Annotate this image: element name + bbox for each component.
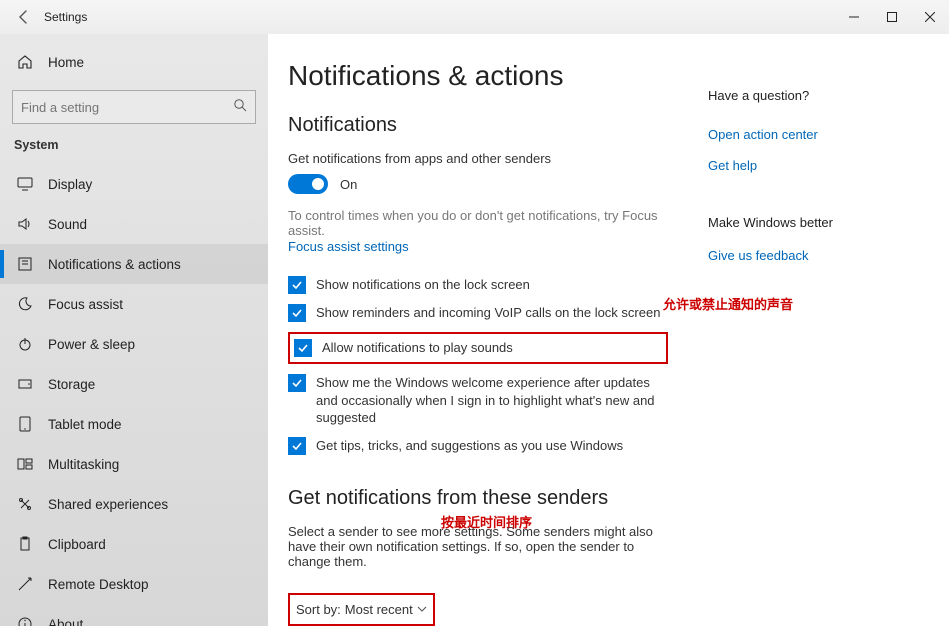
window-controls xyxy=(835,3,949,31)
annotation-text-sounds: 允许或禁止通知的声音 xyxy=(663,294,793,313)
sidebar-item-power[interactable]: Power & sleep xyxy=(0,324,268,364)
sidebar-item-label: Tablet mode xyxy=(48,417,122,432)
sidebar-section-label: System xyxy=(0,138,268,164)
get-help-link[interactable]: Get help xyxy=(708,158,928,173)
tablet-icon xyxy=(16,415,34,433)
check-label: Show reminders and incoming VoIP calls o… xyxy=(316,304,660,322)
minimize-icon xyxy=(849,12,859,22)
sort-value: Most recent xyxy=(345,602,413,617)
focus-hint: To control times when you do or don't ge… xyxy=(288,208,668,238)
arrow-left-icon xyxy=(17,10,31,24)
side-better-heading: Make Windows better xyxy=(708,215,928,230)
checkbox-icon xyxy=(288,374,306,392)
sidebar-item-label: Display xyxy=(48,177,92,192)
get-notifications-label: Get notifications from apps and other se… xyxy=(288,151,668,166)
sort-by-dropdown[interactable]: Sort by: Most recent xyxy=(296,600,427,619)
feedback-link[interactable]: Give us feedback xyxy=(708,248,928,263)
check-label: Allow notifications to play sounds xyxy=(322,339,513,357)
settings-content: Notifications & actions Notifications Ge… xyxy=(268,34,949,626)
notifications-heading: Notifications xyxy=(288,114,668,137)
search-icon xyxy=(233,98,247,117)
remote-icon xyxy=(16,575,34,593)
sidebar-item-label: Multitasking xyxy=(48,457,119,472)
settings-sidebar: Home System Display Sound Notifications & … xyxy=(0,34,268,626)
sidebar-item-label: About xyxy=(48,617,83,626)
sidebar-item-moon[interactable]: Focus assist xyxy=(0,284,268,324)
check-label: Show me the Windows welcome experience a… xyxy=(316,374,668,427)
sidebar-item-display[interactable]: Display xyxy=(0,164,268,204)
check-label: Show notifications on the lock screen xyxy=(316,276,530,294)
nav-home[interactable]: Home xyxy=(0,42,268,82)
sidebar-item-notifications[interactable]: Notifications & actions xyxy=(0,244,268,284)
multitask-icon xyxy=(16,455,34,473)
nav-home-label: Home xyxy=(48,55,84,70)
sort-prefix: Sort by: xyxy=(296,602,341,617)
sidebar-item-shared[interactable]: Shared experiences xyxy=(0,484,268,524)
window-title: Settings xyxy=(44,10,87,24)
close-icon xyxy=(925,12,935,22)
checkbox-icon xyxy=(288,437,306,455)
sidebar-item-multitask[interactable]: Multitasking xyxy=(0,444,268,484)
checkbox-icon xyxy=(294,339,312,357)
sidebar-item-label: Shared experiences xyxy=(48,497,168,512)
sidebar-item-label: Clipboard xyxy=(48,537,106,552)
annotation-highlight-sounds: Allow notifications to play sounds xyxy=(288,332,668,364)
focus-assist-link[interactable]: Focus assist settings xyxy=(288,239,409,254)
display-icon xyxy=(16,175,34,193)
maximize-icon xyxy=(887,12,897,22)
minimize-button[interactable] xyxy=(835,3,873,31)
page-title: Notifications & actions xyxy=(288,60,668,92)
toggle-state-label: On xyxy=(340,177,357,192)
sidebar-item-label: Remote Desktop xyxy=(48,577,149,592)
sidebar-item-tablet[interactable]: Tablet mode xyxy=(0,404,268,444)
checkbox-icon xyxy=(288,276,306,294)
moon-icon xyxy=(16,295,34,313)
chevron-down-icon xyxy=(417,602,427,617)
sidebar-item-label: Focus assist xyxy=(48,297,123,312)
annotation-text-sort: 按最近时间排序 xyxy=(441,512,532,531)
sidebar-item-sound[interactable]: Sound xyxy=(0,204,268,244)
check-play-sounds[interactable]: Allow notifications to play sounds xyxy=(294,339,662,357)
annotation-highlight-sort: Sort by: Most recent xyxy=(288,593,435,626)
sidebar-item-about[interactable]: About xyxy=(0,604,268,626)
about-icon xyxy=(16,615,34,626)
senders-heading: Get notifications from these senders xyxy=(288,487,668,510)
sidebar-item-clipboard[interactable]: Clipboard xyxy=(0,524,268,564)
clipboard-icon xyxy=(16,535,34,553)
search-box[interactable] xyxy=(12,90,256,124)
back-button[interactable] xyxy=(10,3,38,31)
sidebar-item-storage[interactable]: Storage xyxy=(0,364,268,404)
sidebar-item-label: Power & sleep xyxy=(48,337,135,352)
check-welcome[interactable]: Show me the Windows welcome experience a… xyxy=(288,374,668,427)
notifications-icon xyxy=(16,255,34,273)
notifications-toggle[interactable] xyxy=(288,174,328,194)
check-label: Get tips, tricks, and suggestions as you… xyxy=(316,437,623,455)
maximize-button[interactable] xyxy=(873,3,911,31)
home-icon xyxy=(16,53,34,71)
sidebar-item-label: Sound xyxy=(48,217,87,232)
check-voip[interactable]: Show reminders and incoming VoIP calls o… xyxy=(288,304,668,322)
open-action-center-link[interactable]: Open action center xyxy=(708,127,928,142)
close-button[interactable] xyxy=(911,3,949,31)
side-question-heading: Have a question? xyxy=(708,88,928,103)
sidebar-item-label: Storage xyxy=(48,377,95,392)
check-tips[interactable]: Get tips, tricks, and suggestions as you… xyxy=(288,437,668,455)
search-input[interactable] xyxy=(21,100,233,115)
window-titlebar: Settings xyxy=(0,0,949,34)
sidebar-item-remote[interactable]: Remote Desktop xyxy=(0,564,268,604)
shared-icon xyxy=(16,495,34,513)
power-icon xyxy=(16,335,34,353)
check-lockscreen[interactable]: Show notifications on the lock screen xyxy=(288,276,668,294)
checkbox-icon xyxy=(288,304,306,322)
storage-icon xyxy=(16,375,34,393)
sound-icon xyxy=(16,215,34,233)
sidebar-item-label: Notifications & actions xyxy=(48,257,181,272)
